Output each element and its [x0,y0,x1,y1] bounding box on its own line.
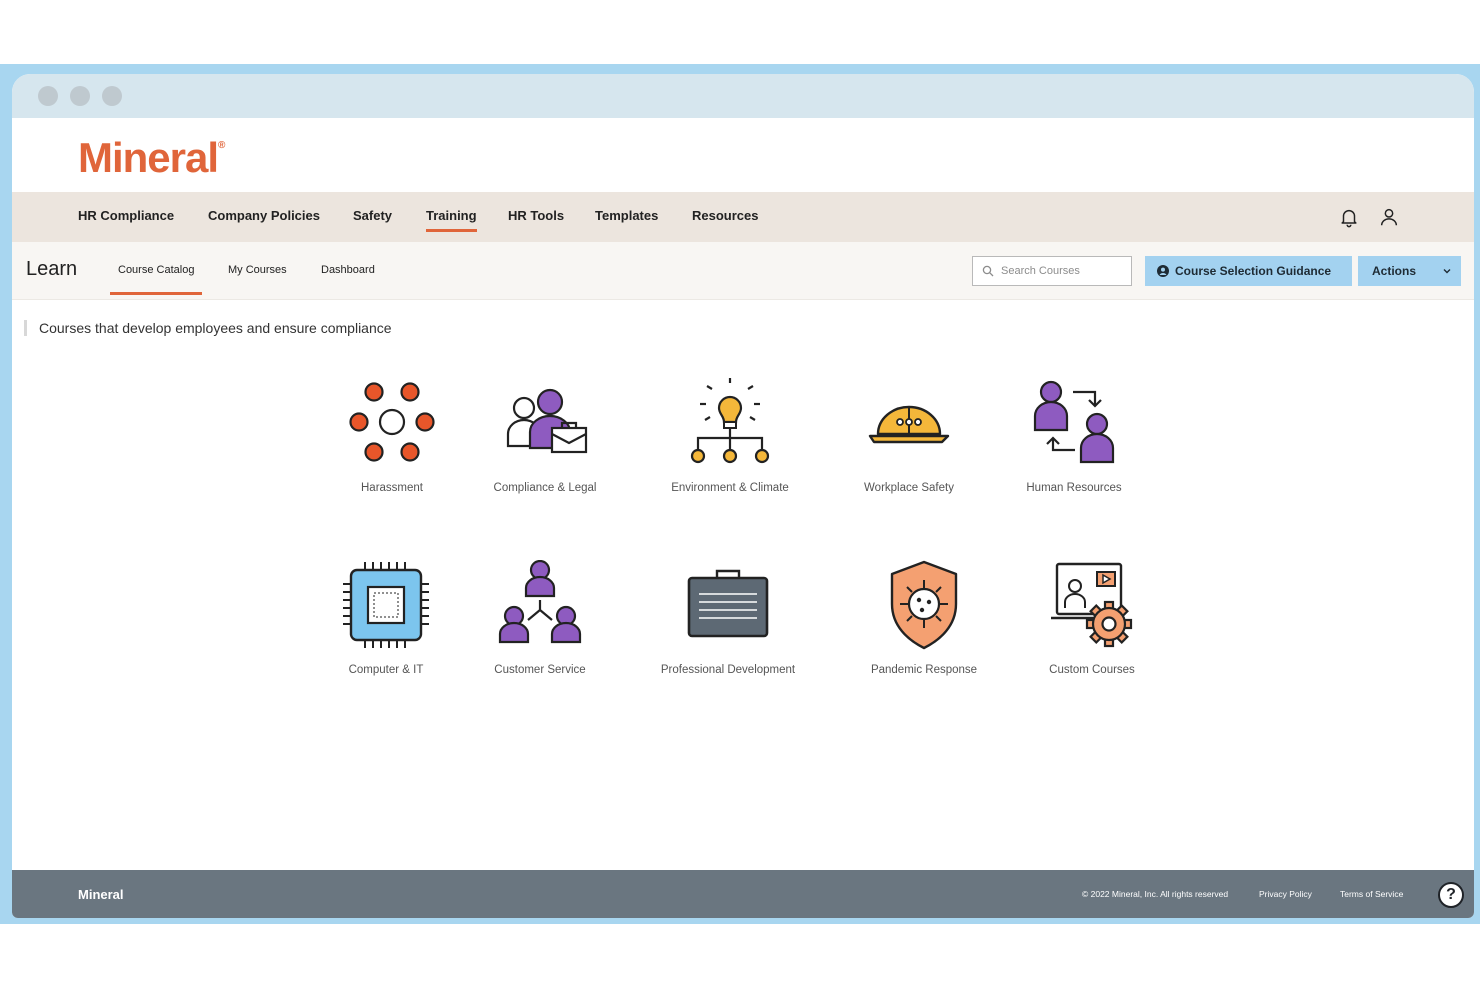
category-tile-customer-service[interactable]: Customer Service [450,560,630,676]
footer-terms-link[interactable]: Terms of Service [1340,889,1403,899]
harassment-icon [349,382,435,462]
category-tile-workplace-safety[interactable]: Workplace Safety [819,378,999,494]
sub-nav: Learn Course Catalog My Courses Dashboar… [12,242,1474,300]
category-tile-pandemic-response[interactable]: Pandemic Response [834,560,1014,676]
category-label: Professional Development [660,664,796,676]
tab-dashboard[interactable]: Dashboard [321,264,375,276]
category-tile-compliance-legal[interactable]: Compliance & Legal [455,378,635,494]
course-selection-guidance-button[interactable]: Course Selection Guidance [1145,256,1352,286]
category-label: Environment & Climate [671,482,789,494]
tab-course-catalog[interactable]: Course Catalog [109,264,203,295]
actions-label: Actions [1372,264,1417,278]
footer-privacy-link[interactable]: Privacy Policy [1259,889,1312,899]
window-close-dot[interactable] [38,86,58,106]
nav-company-policies[interactable]: Company Policies [208,208,320,223]
course-catalog: Courses that develop employees and ensur… [12,300,1474,870]
virus-shield-icon [890,560,958,650]
search-icon [982,265,994,277]
main-nav: HR Compliance Company Policies Safety Tr… [12,192,1474,242]
screen-gear-icon [1051,562,1133,648]
category-tile-environment-climate[interactable]: Environment & Climate [640,378,820,494]
nav-hr-tools[interactable]: HR Tools [508,208,564,223]
tab-my-courses[interactable]: My Courses [228,264,287,276]
nav-training[interactable]: Training [426,208,477,232]
footer-copyright: © 2022 Mineral, Inc. All rights reserved [1082,889,1229,899]
logo-row: Mineral® [12,118,1474,192]
user-icon[interactable] [1378,206,1400,228]
logo-text: Mineral [78,134,219,181]
browser-frame: Mineral® HR Compliance Company Policies … [0,64,1480,924]
window-maximize-dot[interactable] [102,86,122,106]
category-label: Human Resources [1026,482,1122,494]
help-button[interactable]: ? [1438,882,1464,908]
category-label: Pandemic Response [870,664,978,676]
catalog-tagline: Courses that develop employees and ensur… [24,320,392,336]
search-courses-input[interactable] [1001,257,1129,285]
nav-templates[interactable]: Templates [595,208,658,223]
people-network-icon [498,560,582,644]
guidance-label: Course Selection Guidance [1175,264,1332,278]
category-label: Customer Service [494,664,586,676]
actions-dropdown-button[interactable]: Actions [1358,256,1461,286]
lightbulb-network-icon [690,378,770,464]
category-label: Computer & IT [348,664,424,676]
browser-window: Mineral® HR Compliance Company Policies … [12,74,1474,918]
people-exchange-icon [1033,380,1115,464]
category-label: Custom Courses [1049,664,1135,676]
bell-icon[interactable] [1338,206,1360,228]
category-tile-human-resources[interactable]: Human Resources [984,378,1164,494]
nav-safety[interactable]: Safety [353,208,392,223]
category-tile-custom-courses[interactable]: Custom Courses [1002,560,1182,676]
chip-icon [343,562,429,648]
category-tile-professional-development[interactable]: Professional Development [638,560,818,676]
hard-hat-icon [868,405,950,444]
mineral-logo[interactable]: Mineral® [78,134,225,182]
logo-registered-mark: ® [218,140,225,151]
footer-logo[interactable]: Mineral [78,887,124,902]
window-minimize-dot[interactable] [70,86,90,106]
search-box [972,256,1132,286]
nav-resources[interactable]: Resources [692,208,758,223]
user-circle-icon [1157,265,1169,277]
compliance-legal-icon [506,388,588,454]
chevron-down-icon [1443,269,1451,274]
category-label: Compliance & Legal [493,482,597,494]
category-tile-computer-it[interactable]: Computer & IT [296,560,476,676]
footer: Mineral © 2022 Mineral, Inc. All rights … [12,870,1474,918]
nav-hr-compliance[interactable]: HR Compliance [78,208,174,223]
category-label: Workplace Safety [864,482,954,494]
section-title: Learn [26,258,78,280]
briefcase-icon [687,569,769,638]
title-bar [12,74,1474,118]
